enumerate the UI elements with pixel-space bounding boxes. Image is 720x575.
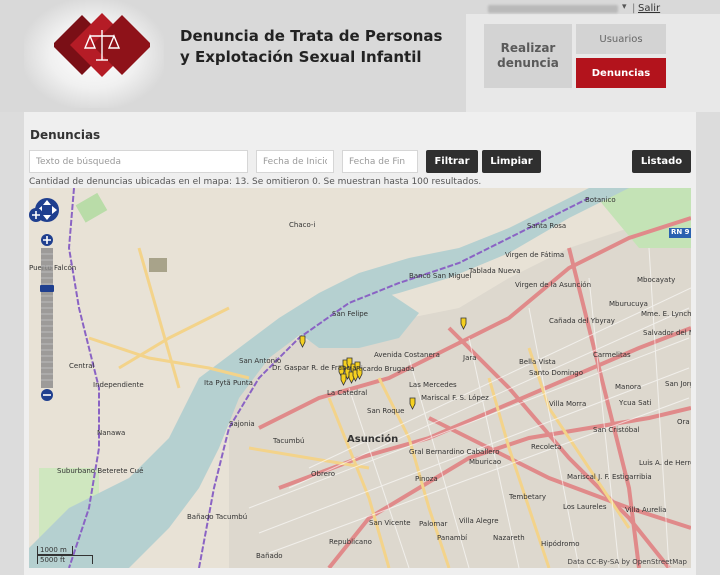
label-san-vicente: San Vicente bbox=[369, 519, 411, 527]
label-rn9: RN 9 bbox=[671, 228, 690, 236]
layer-switcher-icon[interactable] bbox=[29, 208, 43, 222]
label-ycua-sati: Ycua Sati bbox=[619, 399, 652, 407]
label-salvador: Salvador del Mundo bbox=[643, 329, 691, 337]
label-suburbano: Suburbano Beterete Cué bbox=[57, 467, 144, 475]
justice-logo-icon bbox=[54, 13, 150, 77]
map-attribution: Data CC-By-SA by OpenStreetMap bbox=[567, 558, 687, 566]
user-email-redacted[interactable] bbox=[488, 5, 618, 13]
label-bella-vista: Bella Vista bbox=[519, 358, 556, 366]
label-nazareth: Nazareth bbox=[493, 534, 525, 542]
label-banco-san-miguel: Banco San Miguel bbox=[409, 272, 472, 280]
separator: | bbox=[632, 3, 636, 14]
label-nanawa: Nanawa bbox=[97, 429, 126, 437]
label-la-catedral: La Catedral bbox=[327, 389, 368, 397]
label-asuncion: Asunción bbox=[347, 434, 399, 445]
realizar-line2: denuncia bbox=[497, 56, 559, 70]
clear-button[interactable]: Limpiar bbox=[482, 150, 541, 173]
scale-metric: 1000 m bbox=[37, 546, 73, 555]
label-bernardino: Gral Bernardino Caballero bbox=[409, 448, 500, 456]
label-tembetary: Tembetary bbox=[509, 493, 547, 501]
chevron-down-icon[interactable]: ▾ bbox=[622, 2, 627, 12]
realizar-line1: Realizar bbox=[500, 41, 556, 55]
label-tablada-nueva: Tablada Nueva bbox=[469, 267, 521, 275]
label-pinoza: Pinoza bbox=[415, 475, 438, 483]
map-canvas[interactable] bbox=[29, 188, 691, 568]
zoom-slider-handle bbox=[40, 285, 54, 292]
label-virgen-asuncion: Virgen de la Asunción bbox=[515, 281, 592, 289]
label-mariscal-estigarribia: Mariscal J. F. Estigarribia bbox=[567, 473, 652, 481]
label-villa-morra: Villa Morra bbox=[549, 400, 587, 408]
label-obrero: Obrero bbox=[311, 470, 335, 478]
label-villa-alegre: Villa Alegre bbox=[459, 517, 499, 525]
realizar-denuncia-button[interactable]: Realizar denuncia bbox=[484, 24, 572, 88]
header: Denuncia de Trata de Personas y Explotac… bbox=[0, 0, 720, 112]
site-title-line2: y Explotación Sexual Infantil bbox=[180, 48, 422, 66]
label-banado: Bañado bbox=[256, 552, 283, 560]
results-info: Cantidad de denuncias ubicadas en el map… bbox=[29, 177, 482, 187]
label-palomar: Palomar bbox=[419, 520, 448, 528]
label-central: Central bbox=[69, 362, 95, 370]
label-san-felipe: San Felipe bbox=[332, 310, 368, 318]
start-date-input[interactable] bbox=[256, 150, 334, 173]
label-gaspar: Dr. Gaspar R. de Francia bbox=[272, 364, 357, 372]
label-banado-tacumbu: Bañado Tacumbú bbox=[187, 513, 248, 521]
label-luis-herrera: Luis A. de Herrera bbox=[639, 459, 691, 467]
list-button[interactable]: Listado bbox=[632, 150, 691, 173]
end-date-input[interactable] bbox=[342, 150, 418, 173]
logout-link[interactable]: Salir bbox=[638, 3, 660, 14]
search-input[interactable] bbox=[29, 150, 248, 173]
label-mbocayaty: Mbocayaty bbox=[637, 276, 676, 284]
label-botanico: Botanico bbox=[585, 196, 616, 204]
label-republicano: Republicano bbox=[329, 538, 372, 546]
page-title: Denuncias bbox=[30, 128, 101, 142]
label-panambi: Panambí bbox=[437, 534, 468, 542]
label-itapyta: Ita Pytã Punta bbox=[204, 379, 253, 387]
map[interactable]: Asunción Botanico Santa Rosa Chaco-i Ban… bbox=[29, 188, 691, 568]
label-las-mercedes: Las Mercedes bbox=[409, 381, 457, 389]
label-mme-lynch: Mme. E. Lynch bbox=[641, 310, 691, 318]
label-recoleta: Recoleta bbox=[531, 443, 562, 451]
label-mburucuya: Mburucuya bbox=[609, 300, 648, 308]
label-villa-aurelia: Villa Aurelia bbox=[625, 506, 667, 514]
label-san-cristobal: San Cristóbal bbox=[593, 426, 640, 434]
label-hipodromo: Hipódromo bbox=[541, 540, 580, 548]
denuncias-button[interactable]: Denuncias bbox=[576, 58, 666, 88]
label-carmelitas: Carmelitas bbox=[593, 351, 631, 359]
filter-button[interactable]: Filtrar bbox=[426, 150, 478, 173]
label-santa-rosa: Santa Rosa bbox=[527, 222, 567, 230]
label-ricardo-brugada: Ricardo Brugada bbox=[356, 365, 415, 373]
label-ex-lopez: Mariscal F. S. López bbox=[421, 394, 489, 402]
label-san-jorge: San Jorge bbox=[665, 380, 691, 388]
label-ora: Ora bbox=[677, 418, 690, 426]
site-title: Denuncia de Trata de Personas y Explotac… bbox=[180, 26, 442, 68]
label-mburicao: Mburicao bbox=[469, 458, 502, 466]
usuarios-button[interactable]: Usuarios bbox=[576, 24, 666, 54]
label-canada: Cañada del Ybyray bbox=[549, 317, 615, 325]
label-tacumbu: Tacumbú bbox=[273, 437, 305, 445]
label-santo-domingo: Santo Domingo bbox=[529, 369, 584, 377]
label-jara: Jara bbox=[463, 354, 477, 362]
scale-imperial: 5000 ft bbox=[37, 555, 93, 564]
label-manora: Manora bbox=[615, 383, 642, 391]
label-independiente: Independiente bbox=[93, 381, 144, 389]
label-san-roque: San Roque bbox=[367, 407, 405, 415]
label-los-laureles: Los Laureles bbox=[563, 503, 607, 511]
logo-area bbox=[24, 0, 164, 108]
label-chaco-i: Chaco-i bbox=[289, 221, 316, 229]
site-title-line1: Denuncia de Trata de Personas bbox=[180, 27, 443, 45]
scale-bar: 1000 m 5000 ft bbox=[37, 546, 93, 564]
user-menu: ▾ | Salir bbox=[488, 2, 698, 17]
label-sajonia: Sajonia bbox=[229, 420, 255, 428]
label-virgen-fatima: Virgen de Fátima bbox=[505, 251, 565, 259]
label-costanera: Avenida Costanera bbox=[374, 351, 440, 359]
